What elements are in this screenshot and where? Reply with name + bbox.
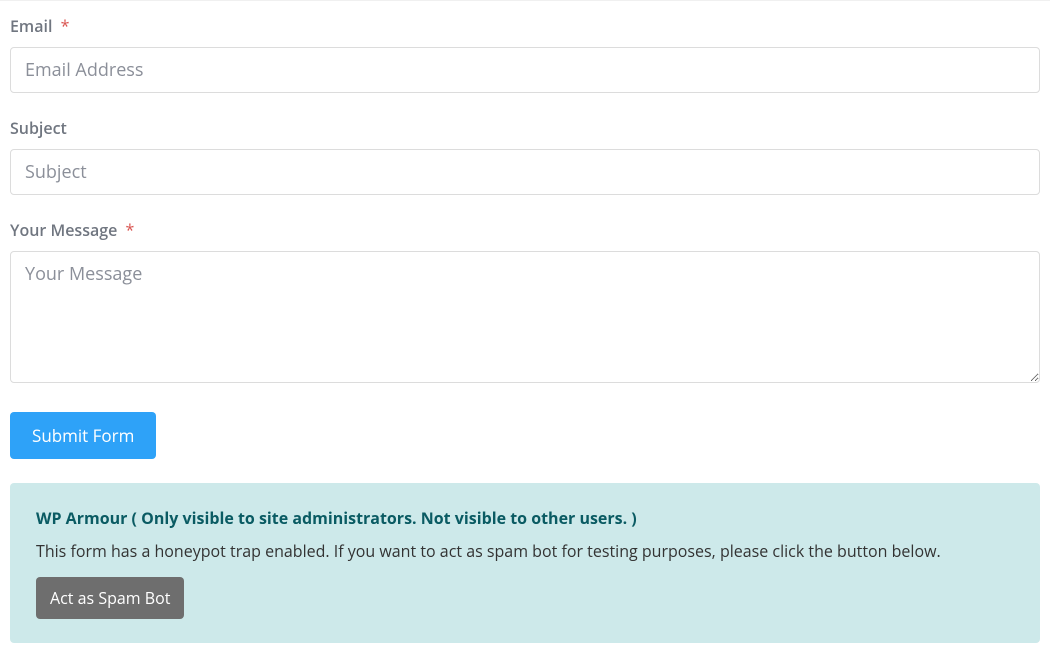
message-label-text: Your Message — [10, 219, 117, 241]
message-group: Your Message * — [10, 219, 1040, 388]
subject-group: Subject — [10, 117, 1040, 195]
subject-field[interactable] — [10, 149, 1040, 195]
admin-notice-title: WP Armour ( Only visible to site adminis… — [36, 507, 1014, 529]
act-as-spam-bot-button[interactable]: Act as Spam Bot — [36, 577, 184, 619]
contact-form: Email * Subject Your Message * Submit Fo… — [0, 0, 1050, 643]
message-label: Your Message * — [10, 219, 1040, 241]
required-mark: * — [61, 15, 70, 37]
subject-label: Subject — [10, 117, 1040, 139]
email-label: Email * — [10, 15, 1040, 37]
submit-button[interactable]: Submit Form — [10, 412, 156, 459]
message-field[interactable] — [10, 251, 1040, 383]
email-field[interactable] — [10, 47, 1040, 93]
subject-label-text: Subject — [10, 117, 67, 139]
admin-notice-text: This form has a honeypot trap enabled. I… — [36, 539, 1014, 563]
email-label-text: Email — [10, 15, 52, 37]
admin-notice: WP Armour ( Only visible to site adminis… — [10, 483, 1040, 643]
email-group: Email * — [10, 15, 1040, 93]
required-mark: * — [126, 219, 135, 241]
